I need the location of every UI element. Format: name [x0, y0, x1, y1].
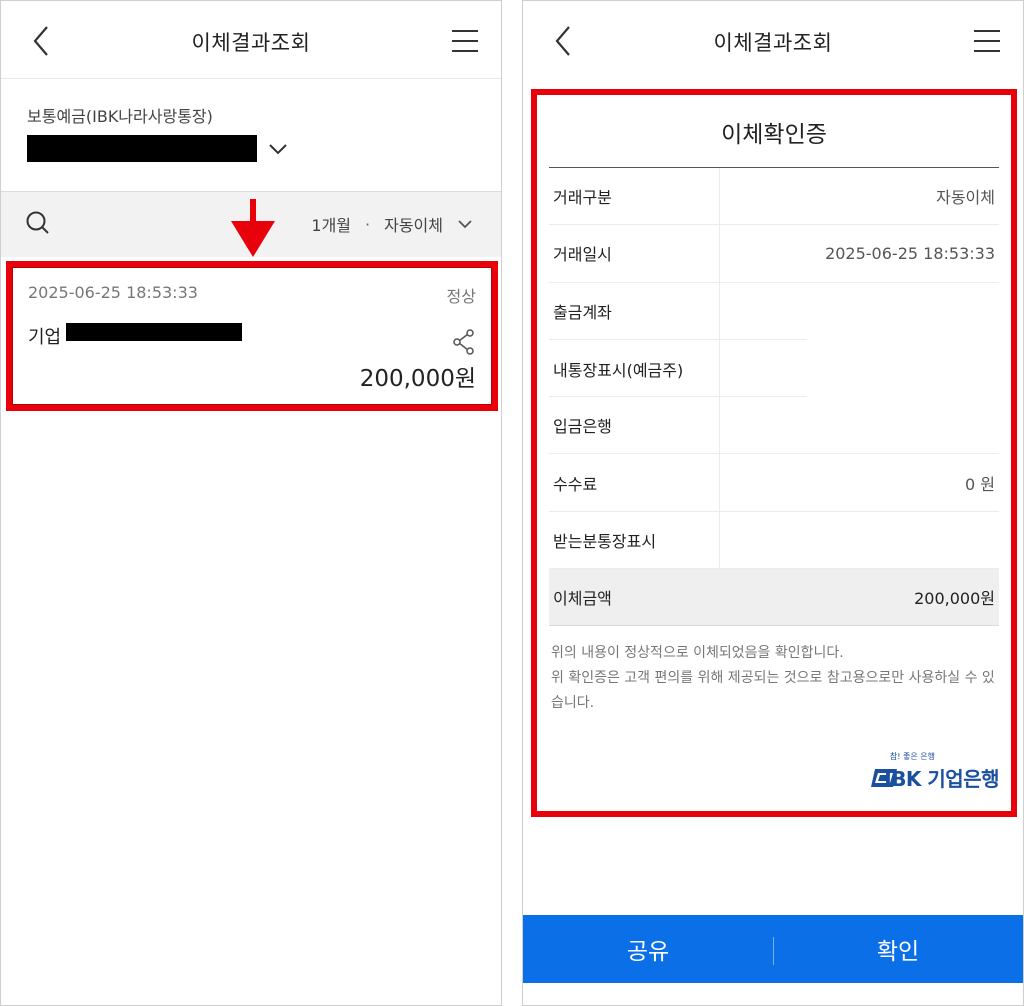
top-bar: 이체결과조회: [523, 1, 1023, 79]
hamburger-menu-icon[interactable]: [973, 29, 1001, 53]
row-label: 내통장표시(예금주): [553, 360, 684, 380]
table-row: 내통장표시(예금주): [549, 339, 999, 398]
table-row: 거래구분 자동이체: [549, 168, 999, 226]
recipient-redacted: [66, 323, 242, 341]
transaction-datetime: 2025-06-25 18:53:33: [28, 283, 198, 302]
row-label: 출금계좌: [553, 303, 612, 323]
filter-period: 1개월: [311, 216, 352, 235]
certificate-table: 거래구분 자동이체 거래일시 2025-06-25 18:53:33 출금계좌 …: [549, 167, 999, 627]
transaction-status: 정상: [446, 287, 476, 306]
page-title: 이체결과조회: [191, 31, 311, 55]
transaction-bank: 기업: [28, 327, 62, 348]
row-label: 받는분통장표시: [553, 531, 657, 551]
row-label: 거래일시: [553, 245, 612, 265]
button-divider: [773, 937, 774, 965]
right-screen: 이체결과조회 이체확인증 거래구분 자동이체 거래일시 2025-06-25 1…: [522, 0, 1024, 1006]
confirm-button[interactable]: 확인: [773, 915, 1023, 983]
row-label: 수수료: [553, 474, 598, 494]
account-number-redacted: [27, 135, 257, 162]
chevron-down-icon: [458, 220, 472, 229]
table-row: 수수료 0 원: [549, 454, 999, 512]
row-label: 이체금액: [553, 589, 612, 609]
search-icon[interactable]: [25, 210, 51, 236]
transaction-card[interactable]: 2025-06-25 18:53:33 정상 기업 200,000원: [6, 261, 498, 411]
table-row: 받는분통장표시: [549, 511, 999, 570]
row-value: 200,000원: [914, 589, 995, 609]
top-bar: 이체결과조회: [1, 1, 501, 79]
certificate-note: 위의 내용이 정상적으로 이체되었음을 확인합니다. 위 확인증은 고객 편의를…: [551, 641, 1001, 716]
table-row: 입금은행: [549, 397, 999, 455]
left-screen: 이체결과조회 보통예금(IBK나라사랑통장) 1개월 · 자동이체 2025-0…: [0, 0, 502, 1006]
logo-slogan: 참! 좋은 은행: [889, 752, 935, 761]
transfer-certificate: 이체확인증 거래구분 자동이체 거래일시 2025-06-25 18:53:33…: [531, 89, 1017, 817]
filter-type: 자동이체: [384, 216, 443, 235]
ibk-logo-text: IBK 기업은행: [884, 767, 999, 791]
chevron-down-icon[interactable]: [267, 141, 289, 157]
note-line: 위의 내용이 정상적으로 이체되었음을 확인합니다.: [551, 645, 844, 661]
certificate-title: 이체확인증: [721, 122, 827, 148]
bottom-action-bar: 공유 확인: [523, 915, 1023, 983]
filter-dropdown[interactable]: 1개월 · 자동이체: [311, 212, 473, 236]
note-line: 위 확인증은 고객 편의를 위해 제공되는 것으로 참고용으로만 사용하실 수 …: [551, 670, 995, 711]
row-value: 자동이체: [936, 188, 995, 208]
table-row: 출금계좌: [549, 282, 999, 340]
table-row: 거래일시 2025-06-25 18:53:33: [549, 225, 999, 283]
hamburger-menu-icon[interactable]: [451, 29, 479, 53]
share-icon[interactable]: [452, 329, 476, 355]
account-name: 보통예금(IBK나라사랑통장): [27, 107, 213, 126]
row-label: 거래구분: [553, 188, 612, 208]
filter-separator: ·: [365, 214, 371, 234]
table-row-total: 이체금액 200,000원: [549, 569, 999, 627]
row-value: 2025-06-25 18:53:33: [825, 243, 995, 263]
row-label: 입금은행: [553, 417, 612, 437]
page-title: 이체결과조회: [713, 31, 833, 55]
red-arrow-annotation: [231, 199, 275, 257]
row-value: 0 원: [965, 474, 995, 494]
share-button[interactable]: 공유: [523, 915, 773, 983]
transaction-amount: 200,000원: [359, 366, 476, 392]
